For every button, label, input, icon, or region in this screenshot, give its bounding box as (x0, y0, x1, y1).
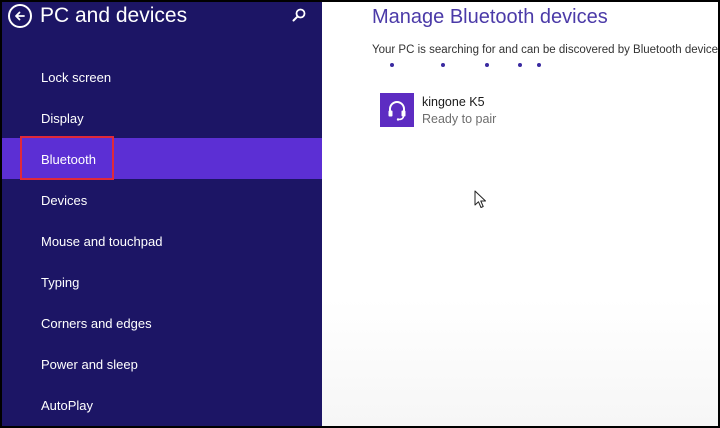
search-icon (292, 8, 306, 22)
progress-dot (441, 63, 445, 67)
nav-item-lock-screen[interactable]: Lock screen (2, 56, 322, 97)
main-content: Manage Bluetooth devices Your PC is sear… (322, 2, 718, 426)
page-title: PC and devices (40, 4, 188, 27)
device-tile (380, 93, 414, 127)
device-item-kingone-k5[interactable]: kingone K5 Ready to pair (380, 92, 680, 128)
nav-item-corners-and-edges[interactable]: Corners and edges (2, 302, 322, 343)
progress-dot (485, 63, 489, 67)
sidebar-header: PC and devices (2, 2, 322, 36)
discovery-status-text: Your PC is searching for and can be disc… (372, 44, 718, 56)
nav-item-devices[interactable]: Devices (2, 179, 322, 220)
back-arrow-icon (15, 11, 25, 21)
nav-item-display[interactable]: Display (2, 97, 322, 138)
nav-item-label: Lock screen (41, 70, 112, 85)
headset-icon (388, 101, 406, 121)
nav-item-label: Typing (41, 275, 80, 290)
settings-nav: Lock screen Display Bluetooth Devices Mo… (2, 56, 322, 425)
device-status: Ready to pair (422, 112, 497, 126)
progress-dot (390, 63, 394, 67)
search-button[interactable] (290, 7, 308, 25)
progress-dot (537, 63, 541, 67)
progress-dot (518, 63, 522, 67)
nav-item-autoplay[interactable]: AutoPlay (2, 384, 322, 425)
nav-item-label: Mouse and touchpad (41, 234, 163, 249)
device-name: kingone K5 (422, 95, 485, 109)
sidebar: PC and devices Lock screen Display Bluet… (2, 2, 322, 426)
nav-item-mouse-and-touchpad[interactable]: Mouse and touchpad (2, 220, 322, 261)
screen: PC and devices Lock screen Display Bluet… (2, 2, 718, 426)
nav-item-typing[interactable]: Typing (2, 261, 322, 302)
nav-item-label: Display (41, 111, 84, 126)
mouse-pointer-icon (474, 190, 488, 215)
main-title: Manage Bluetooth devices (372, 6, 608, 28)
back-button[interactable] (8, 4, 32, 28)
nav-item-label: Power and sleep (41, 357, 138, 372)
nav-item-bluetooth[interactable]: Bluetooth (2, 138, 322, 179)
nav-item-label: Devices (41, 193, 88, 208)
nav-item-power-and-sleep[interactable]: Power and sleep (2, 343, 322, 384)
nav-item-label: AutoPlay (41, 398, 94, 413)
nav-item-label: Corners and edges (41, 316, 152, 331)
nav-item-label: Bluetooth (41, 152, 96, 167)
searching-progress-indicator (322, 63, 718, 71)
